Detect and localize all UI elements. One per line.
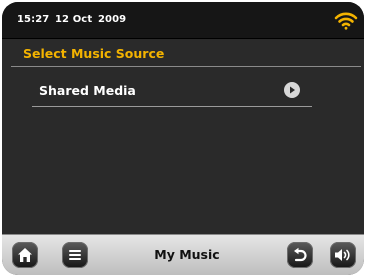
bottom-bar-title: My Music <box>154 247 220 262</box>
back-icon <box>294 247 307 262</box>
title-divider <box>11 66 361 67</box>
bottom-bar: My Music <box>2 234 364 275</box>
device-screen: 15:27 12 Oct 2009 Select Music Source Sh… <box>2 2 364 275</box>
status-bar: 15:27 12 Oct 2009 <box>2 2 364 39</box>
list-icon <box>69 250 81 260</box>
status-date: 12 Oct <box>55 14 93 25</box>
status-year: 2009 <box>98 14 127 25</box>
back-button[interactable] <box>287 242 313 268</box>
home-icon <box>18 248 32 262</box>
home-button[interactable] <box>12 242 38 268</box>
wifi-signal-icon <box>334 12 358 30</box>
chevron-right-icon <box>284 82 300 98</box>
menu-button[interactable] <box>62 242 88 268</box>
page-title: Select Music Source <box>23 46 165 61</box>
status-time: 15:27 <box>17 14 50 25</box>
volume-icon <box>335 249 350 261</box>
item-divider <box>32 106 312 107</box>
list-item-shared-media[interactable]: Shared Media <box>32 76 312 108</box>
list-item-label: Shared Media <box>39 83 136 98</box>
volume-button[interactable] <box>330 242 356 268</box>
